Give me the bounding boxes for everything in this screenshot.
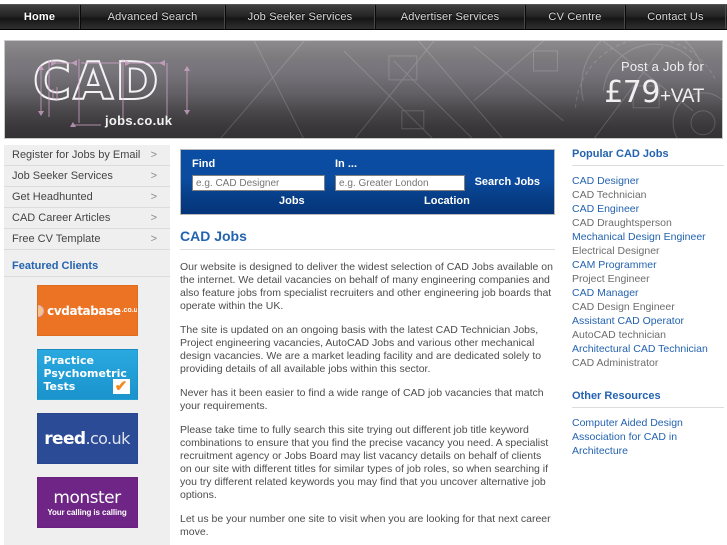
nav-item-advanced-search-label: Advanced Search: [107, 11, 198, 23]
nav-item-contact-us[interactable]: Contact Us: [625, 5, 726, 29]
other-resources-list: Computer Aided Design Association for CA…: [572, 416, 724, 458]
reed-wordmark: reed: [44, 428, 86, 449]
list-item[interactable]: CAD Manager: [572, 286, 724, 300]
main-navigation: Home Advanced Search Job Seeker Services…: [0, 4, 727, 30]
nav-item-home[interactable]: Home: [0, 5, 80, 29]
sidebar-item-cad-career-articles-label: CAD Career Articles: [12, 212, 111, 224]
right-sidebar: Popular CAD Jobs CAD Designer CAD Techni…: [572, 148, 724, 458]
list-item[interactable]: CAD Designer: [572, 174, 724, 188]
other-resources-heading: Other Resources: [572, 390, 724, 408]
list-item[interactable]: CAD Engineer: [572, 202, 724, 216]
nav-item-cv-centre[interactable]: CV Centre: [525, 5, 625, 29]
sidebar-item-get-headhunted[interactable]: Get Headhunted >: [4, 187, 170, 208]
promo-price: £79: [604, 75, 660, 110]
intro-paragraph-3: Never has it been easier to find a wide …: [180, 387, 544, 412]
list-item: AutoCAD technician: [572, 329, 666, 341]
list-item: CAD Technician: [572, 189, 647, 201]
search-jobs-button[interactable]: Search Jobs: [469, 175, 546, 189]
list-item[interactable]: Computer Aided Design: [572, 416, 724, 430]
sidebar-item-free-cv-template[interactable]: Free CV Template >: [4, 229, 170, 250]
intro-paragraph-1: Our website is designed to deliver the w…: [180, 261, 553, 312]
chevron-right-icon: >: [150, 191, 157, 203]
site-header-banner: CAD jobs.co.uk Post a Job for £79+VAT: [4, 40, 723, 139]
sidebar-item-free-cv-template-label: Free CV Template: [12, 233, 101, 245]
list-item[interactable]: Association for CAD in Architecture: [572, 430, 724, 458]
nav-item-contact-us-label: Contact Us: [647, 11, 704, 23]
chevron-right-icon: >: [150, 149, 157, 161]
site-logo-domain: jobs.co.uk: [105, 113, 173, 128]
client-logo-monster[interactable]: monster Your calling is calling: [36, 477, 138, 528]
nav-item-job-seeker-services-label: Job Seeker Services: [247, 11, 353, 23]
in-label: In ...: [335, 158, 357, 170]
sidebar-nav-list: Register for Jobs by Email > Job Seeker …: [4, 145, 170, 250]
intro-paragraph-4: Please take time to fully search this si…: [180, 424, 549, 501]
client-logo-cvdatabase[interactable]: cvdatabase .co.uk: [36, 285, 138, 336]
list-item: Electrical Designer: [572, 245, 660, 257]
reed-domain-suffix: .co.uk: [85, 429, 130, 448]
nav-item-home-label: Home: [23, 11, 56, 23]
sidebar-item-register-for-jobs-by-email[interactable]: Register for Jobs by Email >: [4, 145, 170, 166]
cvdatabase-mark-icon: [37, 304, 45, 317]
sidebar-item-cad-career-articles[interactable]: CAD Career Articles >: [4, 208, 170, 229]
sidebar-item-get-headhunted-label: Get Headhunted: [12, 191, 93, 203]
list-item: CAD Administrator: [572, 357, 659, 369]
checkmark-glyph: ✔: [114, 378, 128, 395]
page-root: Home Advanced Search Job Seeker Services…: [0, 0, 727, 545]
list-item[interactable]: Architectural CAD Technician: [572, 342, 724, 356]
monster-tagline: Your calling is calling: [47, 507, 127, 517]
left-sidebar: Register for Jobs by Email > Job Seeker …: [4, 145, 170, 545]
promo-vat: +VAT: [659, 86, 704, 107]
site-logo[interactable]: CAD jobs.co.uk: [27, 52, 202, 133]
nav-item-advanced-search[interactable]: Advanced Search: [80, 5, 225, 29]
sidebar-item-register-for-jobs-by-email-label: Register for Jobs by Email: [12, 149, 141, 161]
main-content: CAD Jobs Our website is designed to deli…: [180, 228, 555, 539]
list-item: CAD Draughtsperson: [572, 217, 672, 229]
nav-item-advertiser-services[interactable]: Advertiser Services: [375, 5, 525, 29]
keyword-search-input[interactable]: [192, 175, 325, 191]
intro-paragraph-5: Let us be your number one site to visit …: [180, 513, 551, 538]
client-logo-reed[interactable]: reed .co.uk: [36, 413, 138, 464]
jobs-sublabel: Jobs: [279, 195, 305, 207]
page-title: CAD Jobs: [180, 228, 555, 250]
list-item: CAD Design Engineer: [572, 301, 675, 313]
post-a-job-promo[interactable]: Post a Job for £79+VAT: [604, 59, 704, 110]
find-label: Find: [192, 158, 216, 170]
nav-item-advertiser-services-label: Advertiser Services: [400, 11, 500, 23]
sidebar-item-job-seeker-services-label: Job Seeker Services: [12, 170, 113, 182]
ppt-line-1: Practice: [43, 354, 94, 367]
list-item[interactable]: Assistant CAD Operator: [572, 314, 724, 328]
chevron-right-icon: >: [150, 212, 157, 224]
job-search-panel: Find In ... Jobs Location Search Jobs: [180, 149, 555, 215]
other-resources-block: Other Resources Computer Aided Design As…: [572, 390, 724, 458]
chevron-right-icon: >: [150, 170, 157, 182]
client-logo-practice-psychometric-tests[interactable]: Practice Psychometric Tests ✔: [36, 349, 138, 400]
chevron-right-icon: >: [150, 233, 157, 245]
list-item: Project Engineer: [572, 273, 650, 285]
nav-item-job-seeker-services[interactable]: Job Seeker Services: [225, 5, 375, 29]
intro-paragraph-2: The site is updated on an ongoing basis …: [180, 324, 542, 375]
cvdatabase-wordmark: cvdatabase: [47, 303, 121, 318]
monster-wordmark: monster: [53, 487, 121, 508]
list-item[interactable]: CAM Programmer: [572, 258, 724, 272]
featured-clients-list: cvdatabase .co.uk Practice Psychometric …: [4, 277, 170, 528]
location-search-input[interactable]: [335, 175, 465, 191]
featured-clients-heading: Featured Clients: [4, 260, 170, 277]
popular-cad-jobs-list: CAD Designer CAD Technician CAD Engineer…: [572, 174, 724, 370]
promo-price-line: £79+VAT: [604, 75, 704, 110]
location-sublabel: Location: [424, 195, 470, 207]
checkmark-icon: ✔: [112, 378, 130, 395]
popular-cad-jobs-heading: Popular CAD Jobs: [572, 148, 724, 166]
promo-headline: Post a Job for: [620, 59, 704, 74]
cvdatabase-domain-suffix: .co.uk: [121, 307, 137, 314]
nav-item-cv-centre-label: CV Centre: [548, 11, 602, 23]
sidebar-item-job-seeker-services[interactable]: Job Seeker Services >: [4, 166, 170, 187]
list-item[interactable]: Mechanical Design Engineer: [572, 230, 724, 244]
